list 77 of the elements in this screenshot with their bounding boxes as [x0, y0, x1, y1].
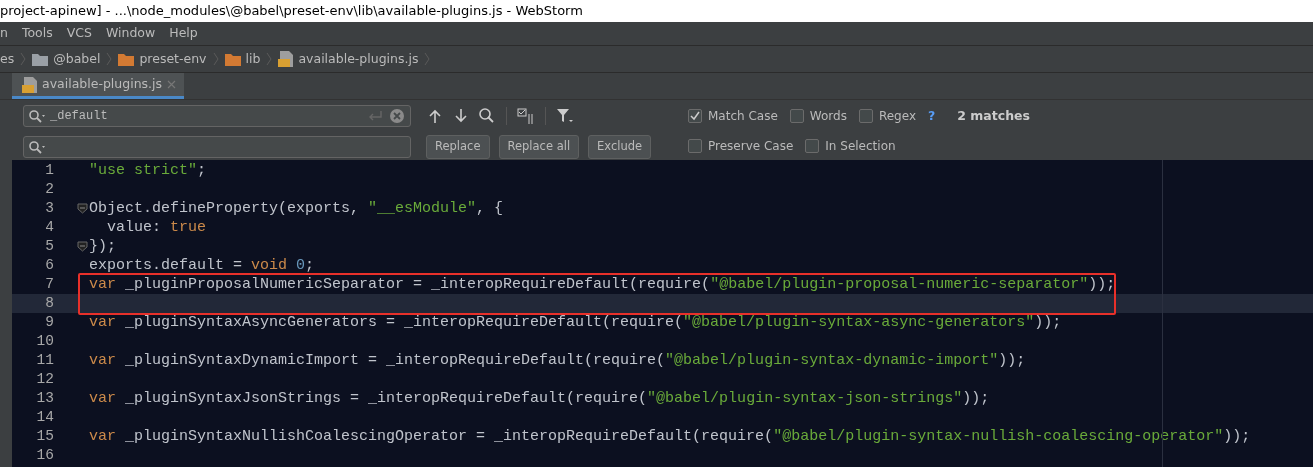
chevron-icon	[20, 52, 27, 66]
match-count: 2 matches	[957, 107, 1030, 125]
code-line: exports.default = void 0;	[89, 256, 315, 275]
menu-item[interactable]: Window	[105, 24, 156, 43]
option-label: Preserve Case	[708, 138, 794, 155]
replace-field[interactable]	[23, 136, 411, 158]
replace-button[interactable]: Exclude	[588, 135, 652, 159]
option-label: Match Case	[708, 108, 778, 126]
fold-icon[interactable]	[77, 203, 88, 214]
breadcrumb-item[interactable]: available-plugins.js	[298, 49, 419, 69]
breadcrumb-item[interactable]: preset-env	[139, 49, 207, 69]
clear-icon[interactable]	[389, 108, 405, 124]
line-number: 12	[35, 370, 54, 389]
checkbox[interactable]	[688, 139, 702, 153]
checkbox[interactable]	[858, 109, 873, 124]
code-line: value: true	[106, 218, 207, 237]
replace-button[interactable]: Replace all	[498, 135, 580, 159]
chevron-icon	[266, 52, 273, 66]
breadcrumb-item[interactable]: es	[0, 49, 15, 69]
breadcrumb-item[interactable]: lib	[245, 49, 261, 69]
line-number: 9	[44, 313, 54, 332]
line-number: 10	[35, 332, 54, 351]
chevron-icon	[106, 52, 113, 66]
code-line: var _pluginProposalNumericSeparator = _interopRequireDefault(require("@babel/plugin-proposal-numeric-separator"));	[89, 275, 1116, 294]
code-line: "use strict";	[89, 161, 207, 180]
search-field[interactable]: _default	[23, 105, 411, 127]
editor-tab[interactable]: available-plugins.js	[12, 73, 185, 99]
menu-item[interactable]: VCS	[66, 24, 92, 43]
help-link[interactable]: ?	[928, 107, 936, 126]
option-label: In Selection	[825, 138, 896, 155]
checkbox[interactable]	[688, 109, 702, 124]
line-number: 14	[35, 408, 54, 427]
code-line: var _pluginSyntaxDynamicImport = _interopRequireDefault(require("@babel/plugin-syntax-dynamic-import"));	[89, 351, 1026, 370]
menu-item[interactable]: Tools	[21, 24, 53, 43]
folder-icon	[118, 52, 135, 66]
option-label: Words	[809, 108, 847, 126]
folder-icon	[224, 52, 241, 66]
line-number: 11	[35, 351, 54, 370]
search-icon[interactable]	[28, 140, 46, 154]
line-number: 8	[44, 294, 54, 313]
enter-icon	[367, 110, 383, 122]
line-number: 13	[35, 389, 54, 408]
filter-icon[interactable]	[556, 108, 574, 124]
checkbox[interactable]	[789, 109, 804, 124]
code-line: var _pluginSyntaxAsyncGenerators = _interopRequireDefault(require("@babel/plugin-syntax-async-generators"));	[89, 313, 1062, 332]
chevron-icon	[212, 52, 219, 66]
search-icon[interactable]	[479, 108, 495, 124]
menu-item[interactable]: n	[0, 24, 8, 43]
line-number: 1	[44, 161, 54, 180]
fold-icon[interactable]	[77, 241, 88, 252]
code-line: });	[89, 237, 116, 256]
code-line: var _pluginSyntaxJsonStrings = _interopRequireDefault(require("@babel/plugin-syntax-json-strings"));	[89, 389, 990, 408]
search-icon[interactable]	[28, 109, 46, 123]
code-line: Object.defineProperty(exports, "__esModule", {	[89, 199, 504, 218]
line-number: 2	[44, 180, 54, 199]
line-number: 6	[44, 256, 54, 275]
js-file-icon	[22, 76, 37, 93]
js-file-icon	[278, 51, 294, 67]
code-line: var _pluginSyntaxNullishCoalescingOperator = _interopRequireDefault(require("@babel/plugin-syntax-nullish-coalescing-operator"));	[89, 427, 1251, 446]
arrow-up-icon[interactable]	[429, 109, 441, 123]
menu-item[interactable]: Help	[169, 24, 198, 43]
checkbox[interactable]	[805, 139, 820, 153]
close-icon	[167, 80, 177, 89]
arrow-down-icon[interactable]	[455, 109, 467, 123]
checkbox-list-icon[interactable]	[517, 108, 535, 124]
line-number: 15	[35, 427, 54, 446]
folder-icon	[32, 52, 49, 66]
line-number: 5	[44, 237, 54, 256]
line-number: 3	[44, 199, 54, 218]
replace-button[interactable]: Replace	[426, 135, 490, 159]
window-title: project-apinew] - ...\node_modules\@babel\preset-env\lib\available-plugins.js - WebStorm	[0, 0, 1313, 22]
chevron-icon	[424, 52, 431, 66]
line-number: 16	[35, 446, 54, 465]
line-number: 7	[44, 275, 54, 294]
line-number: 4	[44, 218, 54, 237]
option-label: Regex	[878, 108, 916, 126]
breadcrumb-item[interactable]: @babel	[53, 49, 101, 69]
